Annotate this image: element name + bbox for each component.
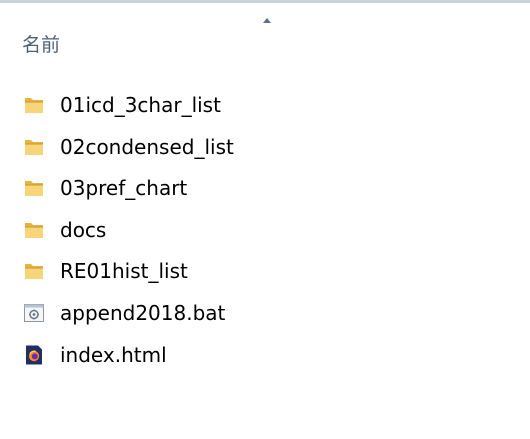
- folder-icon: [25, 264, 43, 280]
- folder-icon: [25, 181, 43, 197]
- file-row-append2018-bat[interactable]: append2018.bat: [0, 293, 530, 335]
- sort-ascending-icon: [263, 18, 271, 23]
- file-row-02condensed-list[interactable]: 02condensed_list: [0, 127, 530, 169]
- file-row-index-html[interactable]: index.html: [0, 335, 530, 377]
- folder-icon: [25, 222, 43, 238]
- file-row-docs[interactable]: docs: [0, 210, 530, 252]
- column-header-name[interactable]: 名前: [0, 3, 530, 63]
- file-list: 01icd_3char_list 02condensed_list 03pref…: [0, 85, 530, 376]
- html-file-icon: [26, 345, 42, 365]
- file-name: 03pref_chart: [60, 176, 188, 201]
- folder-icon: [25, 139, 43, 155]
- file-name: append2018.bat: [60, 300, 226, 325]
- file-name: 02condensed_list: [60, 134, 234, 159]
- file-row-re01hist-list[interactable]: RE01hist_list: [0, 251, 530, 293]
- file-name: docs: [60, 217, 107, 242]
- file-explorer-pane: 名前 01icd_3char_list 02condensed_list 03p…: [0, 0, 530, 439]
- column-header-label: 名前: [22, 34, 61, 56]
- file-name: 01icd_3char_list: [60, 93, 221, 117]
- file-name: index.html: [60, 342, 167, 367]
- folder-icon: [25, 98, 43, 113]
- file-row-01icd-3char-list[interactable]: 01icd_3char_list: [0, 85, 530, 127]
- file-row-03pref-chart[interactable]: 03pref_chart: [0, 168, 530, 210]
- file-name: RE01hist_list: [60, 259, 188, 284]
- batch-file-icon: [24, 303, 44, 322]
